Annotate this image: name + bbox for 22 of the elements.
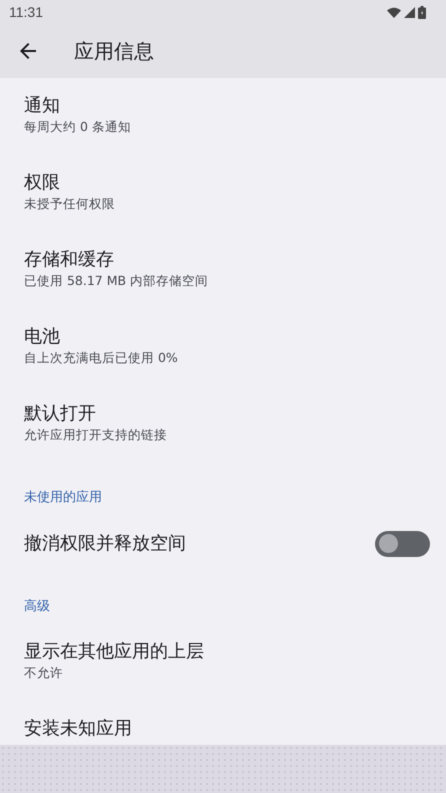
setting-title[interactable]: 存储和缓存 [24, 248, 114, 272]
setting-summary: 不允许 [24, 664, 63, 682]
section-header: 未使用的应用 [24, 489, 102, 507]
section-header: 高级 [24, 598, 50, 616]
page-title: 应用信息 [74, 38, 154, 64]
battery-icon [418, 6, 426, 18]
setting-title[interactable]: 默认打开 [24, 402, 96, 426]
setting-title[interactable]: 安装未知应用 [24, 717, 132, 741]
setting-summary: 允许应用打开支持的链接 [24, 426, 167, 444]
setting-title[interactable]: 显示在其他应用的上层 [24, 640, 204, 664]
setting-summary: 未授予任何权限 [24, 195, 115, 213]
wifi-icon [387, 6, 401, 18]
setting-summary: 已使用 58.17 MB 内部存储空间 [24, 272, 208, 290]
toggle-switch[interactable] [375, 530, 430, 556]
setting-summary: 每周大约 0 条通知 [24, 118, 131, 136]
status-time: 11:31 [9, 4, 43, 20]
signal-icon [404, 6, 415, 18]
setting-title[interactable]: 通知 [24, 94, 60, 118]
setting-summary: 自上次充满电后已使用 0% [24, 349, 178, 367]
setting-title[interactable]: 撤消权限并释放空间 [24, 532, 186, 556]
setting-title[interactable]: 电池 [24, 325, 60, 349]
setting-title[interactable]: 权限 [24, 171, 60, 195]
